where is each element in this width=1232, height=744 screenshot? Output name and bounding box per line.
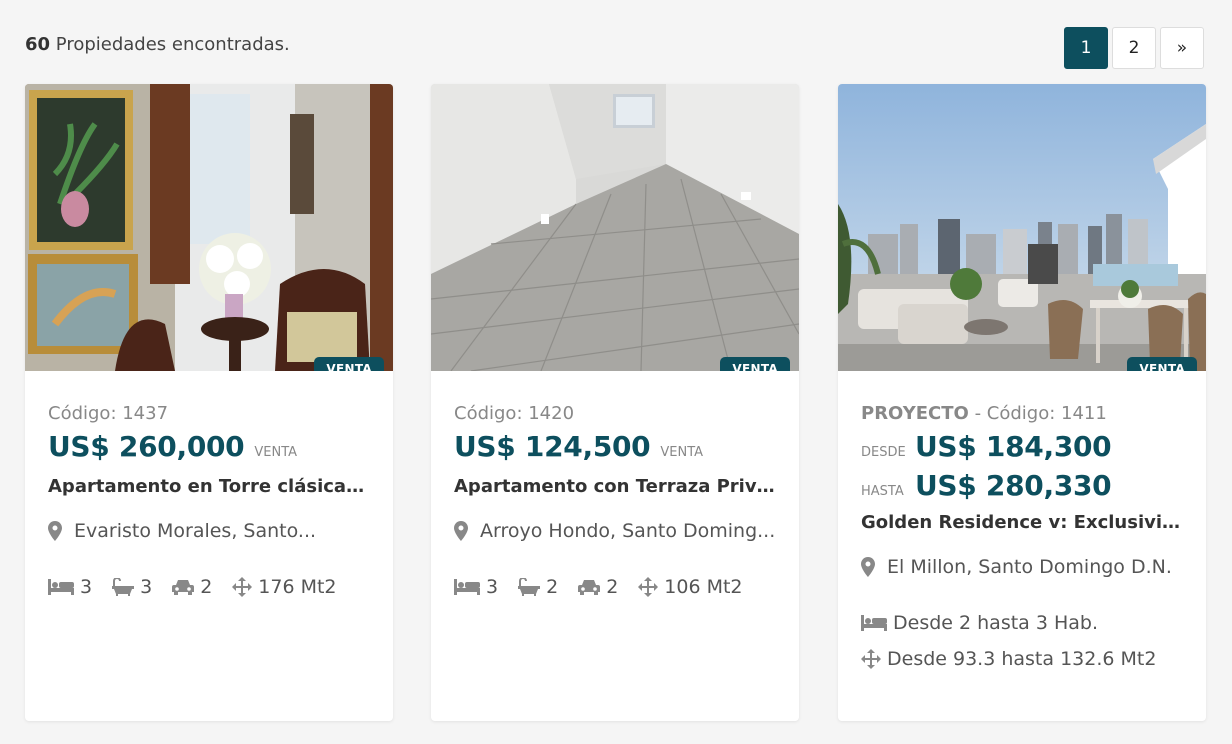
- property-price: US$ 124,500: [454, 430, 651, 463]
- bedrooms: 3: [454, 576, 498, 598]
- page-2-button[interactable]: 2: [1112, 27, 1156, 69]
- car-icon: [172, 580, 195, 595]
- price-type-label: VENTA: [254, 445, 298, 460]
- bedrooms-count: 3: [486, 576, 499, 598]
- property-card[interactable]: VENTA Código: 1420 US$ 124,500 VENTA Apa…: [431, 84, 799, 721]
- property-features: 3 2 2 106 Mt2: [454, 576, 776, 598]
- bed-icon: [48, 579, 74, 595]
- bathrooms-count: 2: [546, 576, 559, 598]
- parking-count: 2: [200, 576, 213, 598]
- parking: 2: [172, 576, 212, 598]
- listing-type-badge: VENTA: [314, 357, 384, 371]
- area-value: 176 Mt2: [258, 576, 337, 598]
- location-text: El Millon, Santo Domingo D.N.: [887, 556, 1172, 578]
- results-count: 60 Propiedades encontradas.: [25, 34, 290, 55]
- property-photo-image: [838, 84, 1206, 371]
- map-pin-icon: [48, 521, 62, 541]
- price-type-label: VENTA: [660, 445, 704, 460]
- pagination: 1 2 »: [1064, 27, 1204, 69]
- property-photo[interactable]: VENTA: [838, 84, 1206, 371]
- parking: 2: [578, 576, 618, 598]
- arrows-move-icon: [638, 577, 659, 597]
- property-code: Código: 1437: [48, 403, 169, 424]
- property-photo[interactable]: VENTA: [25, 84, 393, 371]
- listing-type-badge: VENTA: [1127, 357, 1197, 371]
- car-icon: [578, 580, 601, 595]
- page-1-button[interactable]: 1: [1064, 27, 1108, 69]
- area-value: 106 Mt2: [664, 576, 743, 598]
- results-count-number: 60: [25, 34, 51, 55]
- property-code-line: PROYECTO - Código: 1411: [861, 403, 1183, 424]
- location-text: Evaristo Morales, Santo...: [74, 520, 317, 542]
- price-to: US$ 280,330: [915, 469, 1112, 502]
- price-from-label: DESDE: [861, 445, 906, 460]
- bedrooms-count: 3: [80, 576, 93, 598]
- location-text: Arroyo Hondo, Santo Doming...: [480, 520, 776, 542]
- area: 176 Mt2: [232, 576, 337, 598]
- arrows-move-icon: [861, 649, 881, 669]
- property-features: 3 3 2 176 Mt2: [48, 576, 370, 598]
- property-title[interactable]: Apartamento en Torre clásica d...: [48, 476, 370, 497]
- property-title[interactable]: Apartamento con Terraza Priva...: [454, 476, 776, 497]
- arrows-move-icon: [232, 577, 253, 597]
- price-from-row: DESDE US$ 184,300: [861, 430, 1183, 463]
- bed-icon: [454, 579, 480, 595]
- area-range: Desde 93.3 hasta 132.6 Mt2: [861, 648, 1183, 670]
- area: 106 Mt2: [638, 576, 743, 598]
- bedrooms: 3: [48, 576, 92, 598]
- parking-count: 2: [606, 576, 619, 598]
- bathrooms: 3: [112, 576, 152, 598]
- price-to-label: HASTA: [861, 484, 904, 499]
- project-label: PROYECTO: [861, 403, 969, 424]
- bathtub-icon: [518, 578, 541, 596]
- next-page-button[interactable]: »: [1160, 27, 1204, 69]
- property-code: Código: 1420: [454, 403, 575, 424]
- rooms-range: Desde 2 hasta 3 Hab.: [861, 612, 1183, 634]
- property-photo[interactable]: VENTA: [431, 84, 799, 371]
- property-location: Arroyo Hondo, Santo Doming...: [454, 520, 776, 542]
- rooms-range-text: Desde 2 hasta 3 Hab.: [893, 612, 1099, 634]
- price-from: US$ 184,300: [915, 430, 1112, 463]
- area-range-text: Desde 93.3 hasta 132.6 Mt2: [887, 648, 1157, 670]
- price-to-row: HASTA US$ 280,330: [861, 469, 1183, 502]
- map-pin-icon: [861, 557, 875, 577]
- results-count-label: Propiedades encontradas.: [55, 34, 290, 55]
- listing-type-badge: VENTA: [720, 357, 790, 371]
- property-title[interactable]: Golden Residence v: Exclusivida...: [861, 512, 1183, 533]
- property-photo-image: [25, 84, 393, 371]
- property-location: El Millon, Santo Domingo D.N.: [861, 556, 1183, 578]
- property-card[interactable]: VENTA PROYECTO - Código: 1411 DESDE US$ …: [838, 84, 1206, 721]
- property-price: US$ 260,000: [48, 430, 245, 463]
- bathrooms: 2: [518, 576, 558, 598]
- bed-icon: [861, 615, 887, 631]
- property-location: Evaristo Morales, Santo...: [48, 520, 370, 542]
- property-code: - Código: 1411: [974, 403, 1107, 424]
- property-photo-image: [431, 84, 799, 371]
- bathtub-icon: [112, 578, 135, 596]
- property-card[interactable]: VENTA Código: 1437 US$ 260,000 VENTA Apa…: [25, 84, 393, 721]
- map-pin-icon: [454, 521, 468, 541]
- bathrooms-count: 3: [140, 576, 153, 598]
